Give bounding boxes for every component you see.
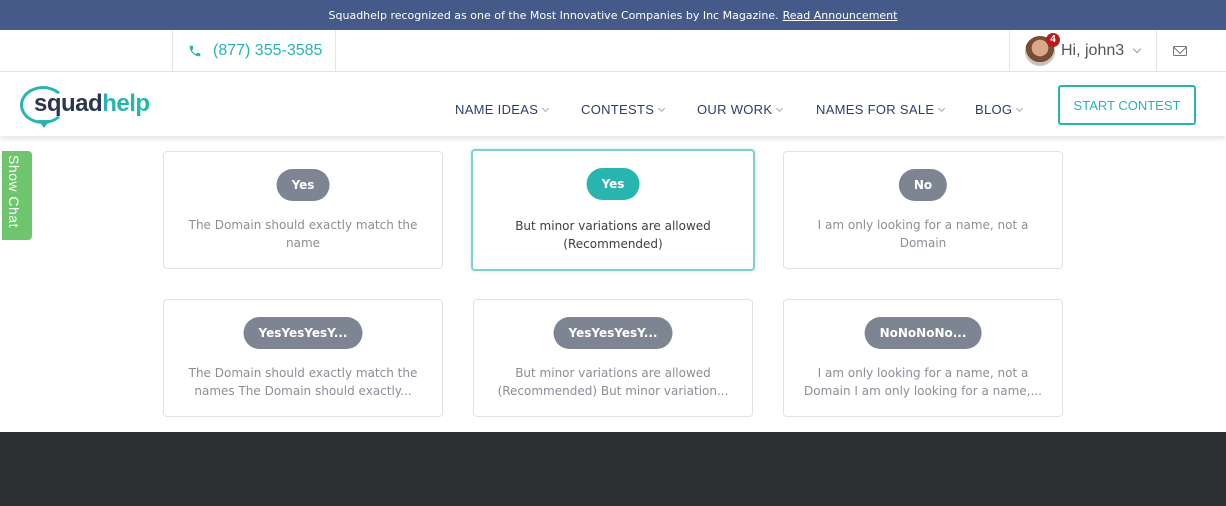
nav-names-for-sale[interactable]: NAMES FOR SALE <box>816 102 946 117</box>
nav-our-work[interactable]: OUR WORK <box>697 102 784 117</box>
mail-icon <box>1173 45 1187 56</box>
option-badge: Yes <box>276 169 330 201</box>
squadhelp-logo[interactable]: squadhelp <box>20 84 160 130</box>
main-navbar: squadhelp NAME IDEAS CONTESTS OUR WORK N… <box>0 72 1226 136</box>
option-description: But minor variations are allowed (Recomm… <box>515 219 711 251</box>
phone-number: (877) 355-3585 <box>213 41 323 59</box>
nav-blog[interactable]: BLOG <box>975 102 1024 117</box>
domain-option-card[interactable]: No I am only looking for a name, not a D… <box>783 151 1063 269</box>
chevron-down-icon <box>542 104 550 112</box>
option-description: The Domain should exactly match the name <box>188 218 418 250</box>
phone-icon <box>187 43 203 59</box>
chevron-down-icon <box>658 104 666 112</box>
mail-button[interactable] <box>1157 30 1226 71</box>
nav-name-ideas[interactable]: NAME IDEAS <box>455 102 550 117</box>
user-menu[interactable]: 4 Hi, john3 <box>1009 30 1157 71</box>
option-badge: YesYesYesY... <box>243 317 363 349</box>
footer <box>0 432 1226 506</box>
read-announcement-link[interactable]: Read Announcement <box>783 9 898 22</box>
option-badge: NoNoNoNo... <box>864 317 982 349</box>
start-contest-button[interactable]: START CONTEST <box>1058 85 1196 125</box>
domain-option-card-selected[interactable]: Yes But minor variations are allowed (Re… <box>471 149 755 271</box>
option-description: I am only looking for a name, not a Doma… <box>817 218 1029 250</box>
option-badge: YesYesYesY... <box>553 317 673 349</box>
phone-link[interactable]: (877) 355-3585 <box>172 30 336 71</box>
logo-text: squadhelp <box>34 90 150 117</box>
show-chat-label: Show Chat <box>6 155 22 228</box>
chevron-down-icon <box>1016 104 1024 112</box>
domain-option-card[interactable]: YesYesYesY... The Domain should exactly … <box>163 299 443 417</box>
logo-tail-icon <box>38 120 50 128</box>
show-chat-tab[interactable]: Show Chat <box>2 151 32 240</box>
domain-option-card[interactable]: NoNoNoNo... I am only looking for a name… <box>783 299 1063 417</box>
nav-contests[interactable]: CONTESTS <box>581 102 666 117</box>
domain-option-card[interactable]: YesYesYesY... But minor variations are a… <box>473 299 753 417</box>
option-description: The Domain should exactly match the name… <box>188 366 418 398</box>
announcement-bar: Squadhelp recognized as one of the Most … <box>0 0 1226 30</box>
domain-option-card[interactable]: Yes The Domain should exactly match the … <box>163 151 443 269</box>
chevron-down-icon <box>938 104 946 112</box>
option-badge: No <box>898 169 948 201</box>
user-greeting: Hi, john3 <box>1061 41 1125 59</box>
option-badge: Yes <box>586 168 640 200</box>
chevron-down-icon <box>1132 44 1142 53</box>
chevron-down-icon <box>776 104 784 112</box>
avatar[interactable]: 4 <box>1025 32 1060 66</box>
contact-bar: (877) 355-3585 4 Hi, john3 <box>0 30 1226 72</box>
option-description: I am only looking for a name, not a Doma… <box>804 366 1042 398</box>
announcement-text: Squadhelp recognized as one of the Most … <box>328 8 779 22</box>
option-description: But minor variations are allowed (Recomm… <box>497 366 729 398</box>
notification-badge: 4 <box>1046 32 1060 47</box>
